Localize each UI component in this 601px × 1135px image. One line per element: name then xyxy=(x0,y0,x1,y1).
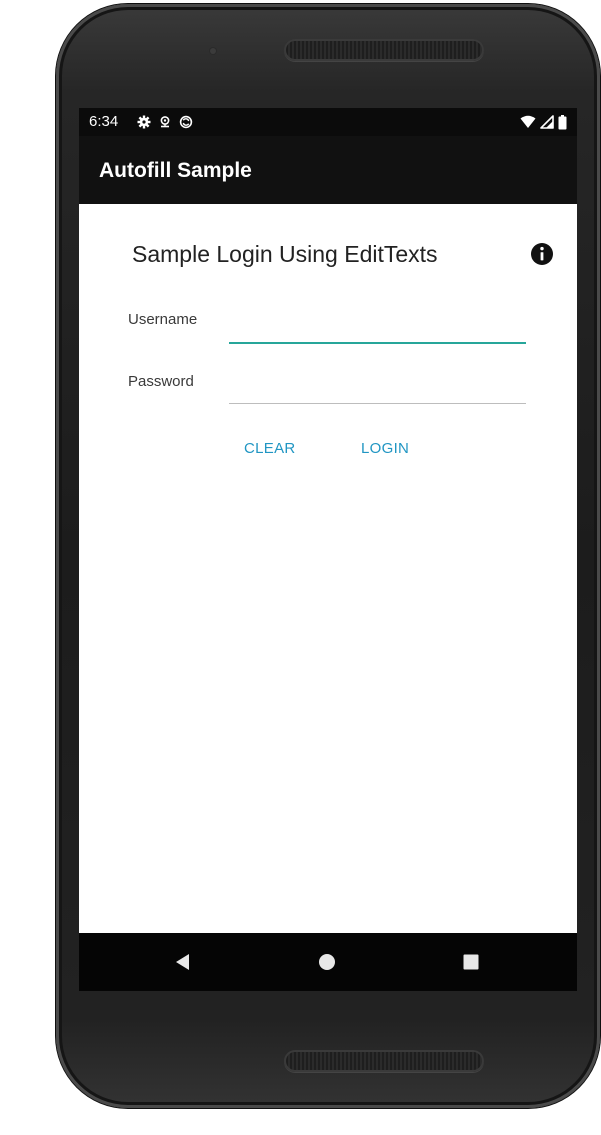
info-icon[interactable] xyxy=(530,242,554,266)
location-pin-icon xyxy=(160,116,170,128)
front-camera xyxy=(210,48,216,54)
wifi-icon xyxy=(520,115,536,128)
login-button[interactable]: LOGIN xyxy=(361,440,409,458)
username-label: Username xyxy=(128,311,198,328)
device-emulator-window: 6:34 Autofill Sample Sample Login Using … xyxy=(0,0,601,1135)
password-input[interactable] xyxy=(229,373,526,404)
home-circle-icon xyxy=(319,954,335,970)
navigation-bar xyxy=(79,933,577,991)
app-title: Autofill Sample xyxy=(99,159,252,182)
username-input[interactable] xyxy=(229,312,526,344)
recents-button[interactable] xyxy=(457,948,485,976)
login-form: Sample Login Using EditTexts Username Pa… xyxy=(79,204,577,933)
page-title: Sample Login Using EditTexts xyxy=(132,241,438,267)
settings-gear-icon xyxy=(137,115,151,129)
battery-icon xyxy=(558,114,567,129)
sync-circle-icon xyxy=(179,115,193,129)
status-system-icons xyxy=(520,113,567,131)
back-button[interactable] xyxy=(169,948,197,976)
back-triangle-icon xyxy=(176,954,189,970)
recents-square-icon xyxy=(463,954,479,970)
home-button[interactable] xyxy=(313,948,341,976)
bottom-speaker-grille xyxy=(284,1050,484,1072)
status-time: 6:34 xyxy=(89,113,119,130)
clear-button[interactable]: CLEAR xyxy=(244,440,296,458)
status-bar: 6:34 xyxy=(79,108,577,136)
status-notification-icons xyxy=(137,113,193,131)
cell-signal-icon xyxy=(540,115,554,129)
password-label: Password xyxy=(128,373,194,390)
top-speaker-grille xyxy=(284,39,484,61)
device-screen: 6:34 Autofill Sample Sample Login Using … xyxy=(79,108,577,991)
app-bar: Autofill Sample xyxy=(79,136,577,204)
